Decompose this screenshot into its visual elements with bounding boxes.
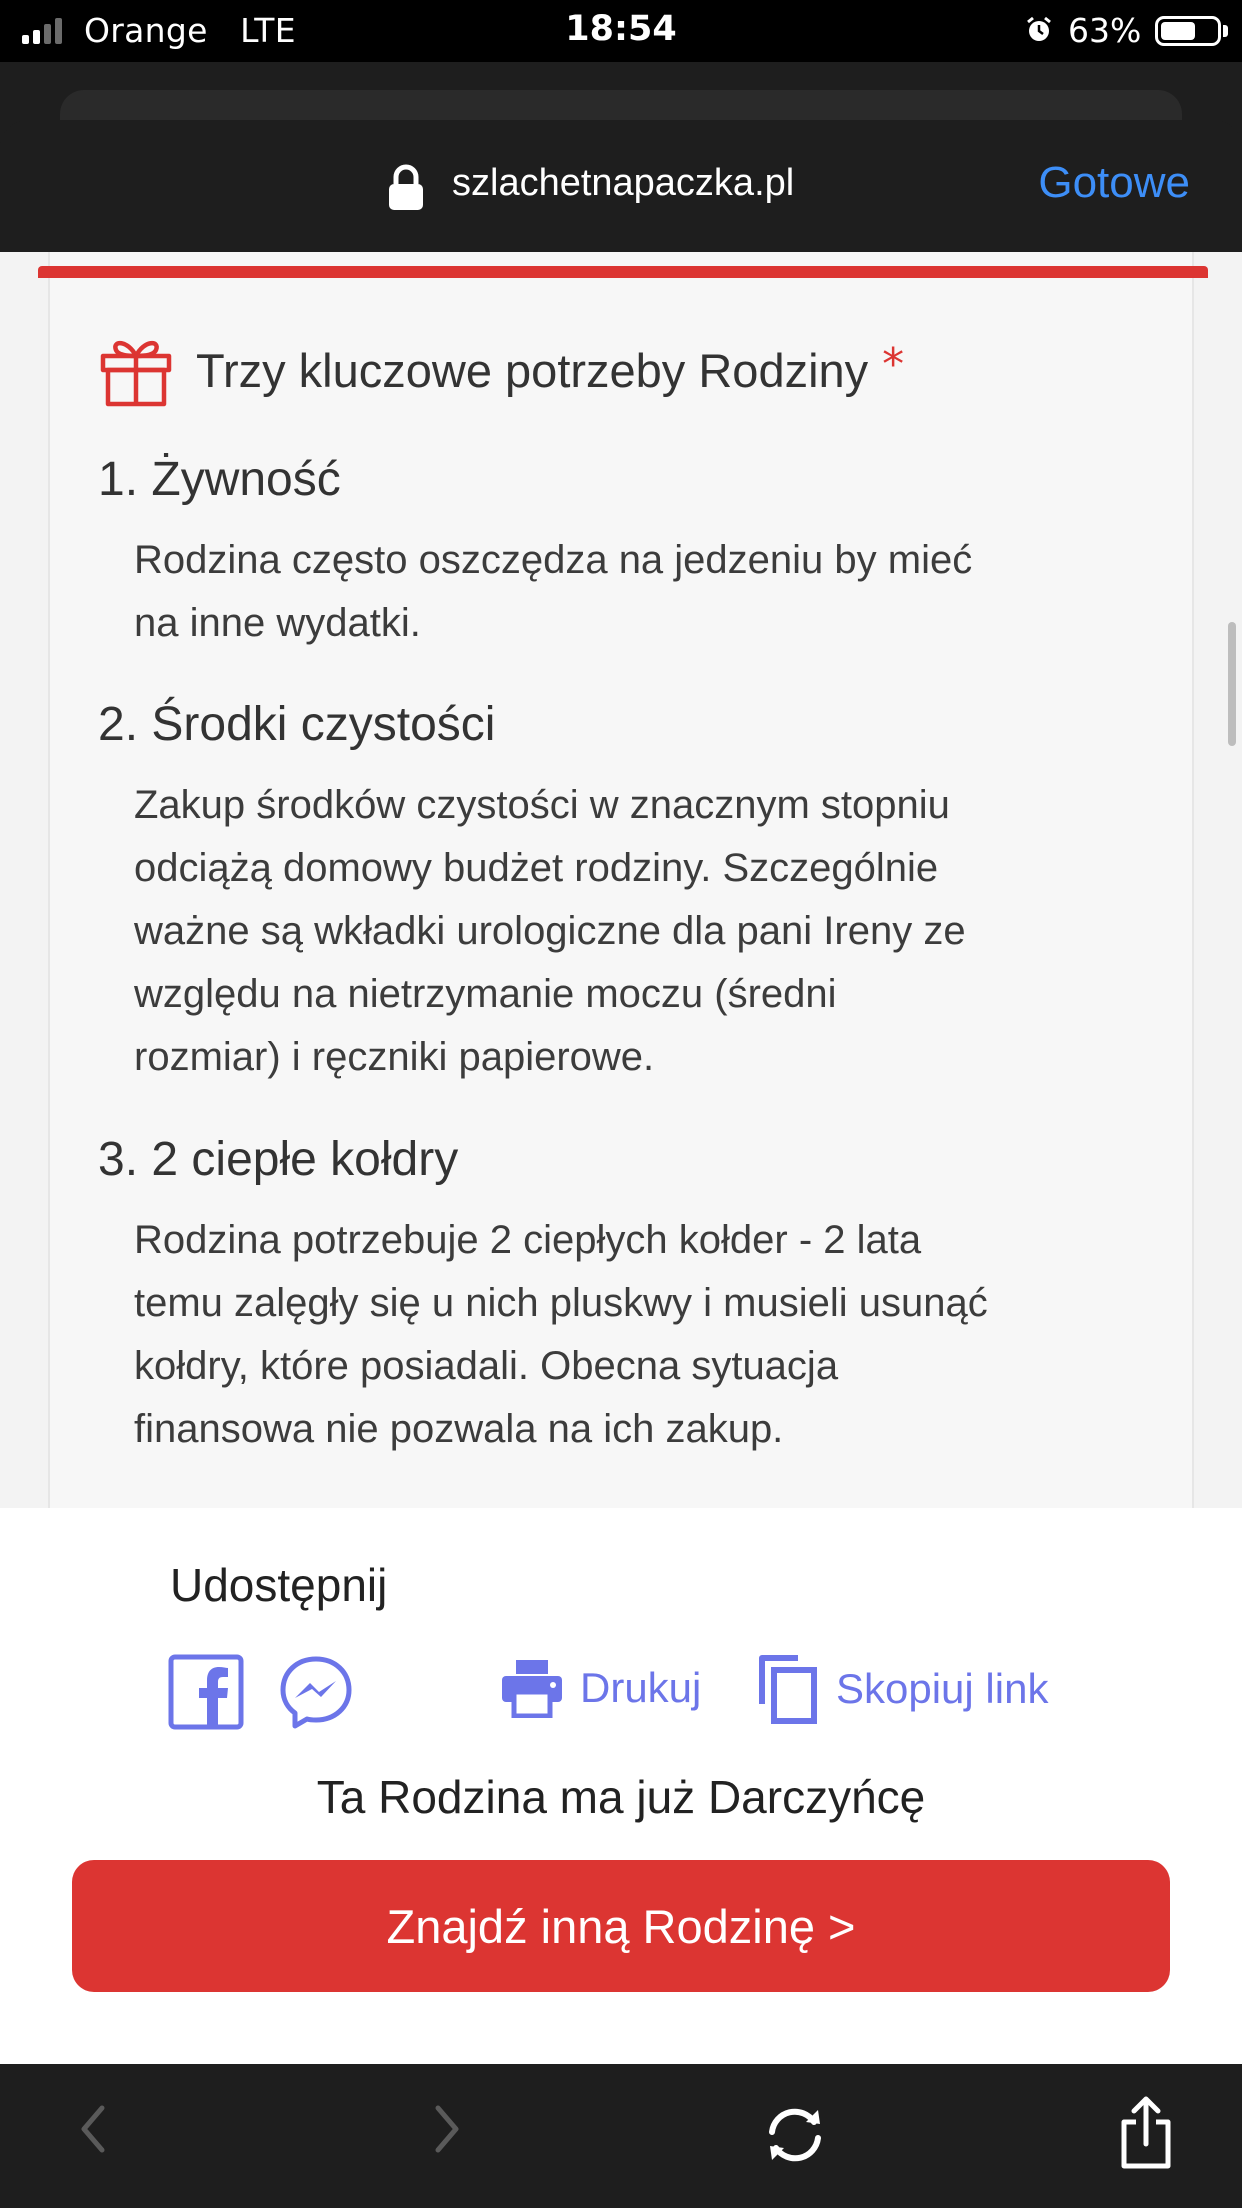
card-accent-stripe bbox=[38, 266, 1208, 278]
done-button[interactable]: Gotowe bbox=[1038, 158, 1190, 208]
need-heading: 3. 2 ciepłe kołdry bbox=[98, 1133, 459, 1186]
needs-card: Trzy kluczowe potrzeby Rodziny * 1. Żywn… bbox=[38, 252, 1208, 1512]
bottom-toolbar bbox=[0, 2064, 1242, 2208]
messenger-icon[interactable] bbox=[278, 1654, 354, 1730]
need-item: 2. Środki czystości Zakup środków czysto… bbox=[98, 697, 1158, 1089]
share-icon[interactable] bbox=[1118, 2094, 1174, 2170]
web-content: Trzy kluczowe potrzeby Rodziny * 1. Żywn… bbox=[0, 252, 1242, 2064]
donor-status-message: Ta Rodzina ma już Darczyńcę bbox=[316, 1771, 926, 1823]
share-label: Udostępnij bbox=[170, 1559, 388, 1611]
need-heading: 1. Żywność bbox=[98, 453, 341, 506]
forward-icon[interactable] bbox=[432, 2104, 462, 2154]
facebook-icon[interactable] bbox=[168, 1654, 244, 1730]
find-another-family-button[interactable]: Znajdź inną Rodzinę > bbox=[72, 1860, 1170, 1992]
clock: 18:54 bbox=[565, 9, 677, 49]
printer-icon bbox=[502, 1660, 562, 1718]
copy-link[interactable]: Skopiuj link bbox=[756, 1654, 1048, 1724]
need-heading: 2. Środki czystości bbox=[98, 698, 496, 751]
needs-title: Trzy kluczowe potrzeby Rodziny bbox=[196, 343, 869, 397]
battery-icon bbox=[1155, 16, 1221, 46]
print-link[interactable]: Drukuj bbox=[500, 1658, 701, 1718]
alarm-icon bbox=[1027, 16, 1051, 41]
need-description: Rodzina często oszczędza na jedzeniu by … bbox=[134, 538, 973, 645]
needs-header: Trzy kluczowe potrzeby Rodziny * bbox=[98, 330, 904, 410]
lock-icon bbox=[389, 164, 423, 210]
print-label: Drukuj bbox=[580, 1664, 702, 1711]
battery-percent: 63% bbox=[1068, 11, 1142, 50]
browser-header: szlachetnapaczka.pl Gotowe bbox=[0, 120, 1242, 252]
refresh-icon[interactable] bbox=[762, 2102, 828, 2168]
need-item: 1. Żywność Rodzina często oszczędza na j… bbox=[98, 452, 1158, 655]
need-description: Rodzina potrzebuje 2 ciepłych kołder - 2… bbox=[134, 1218, 988, 1451]
copy-icon bbox=[759, 1655, 817, 1724]
back-icon[interactable] bbox=[78, 2104, 108, 2154]
gift-icon bbox=[100, 341, 172, 407]
status-bar: Orange LTE 18:54 63% bbox=[0, 0, 1242, 62]
share-panel: Udostępnij Drukuj Skopiuj link Ta Rodzin… bbox=[0, 1508, 1242, 2064]
need-description: Zakup środków czystości w znacznym stopn… bbox=[134, 783, 966, 1079]
required-mark: * bbox=[882, 338, 905, 390]
need-item: 3. 2 ciepłe kołdry Rodzina potrzebuje 2 … bbox=[98, 1132, 1158, 1461]
scroll-indicator[interactable] bbox=[1228, 622, 1236, 746]
copy-label: Skopiuj link bbox=[836, 1665, 1049, 1712]
url-domain[interactable]: szlachetnapaczka.pl bbox=[452, 162, 794, 205]
